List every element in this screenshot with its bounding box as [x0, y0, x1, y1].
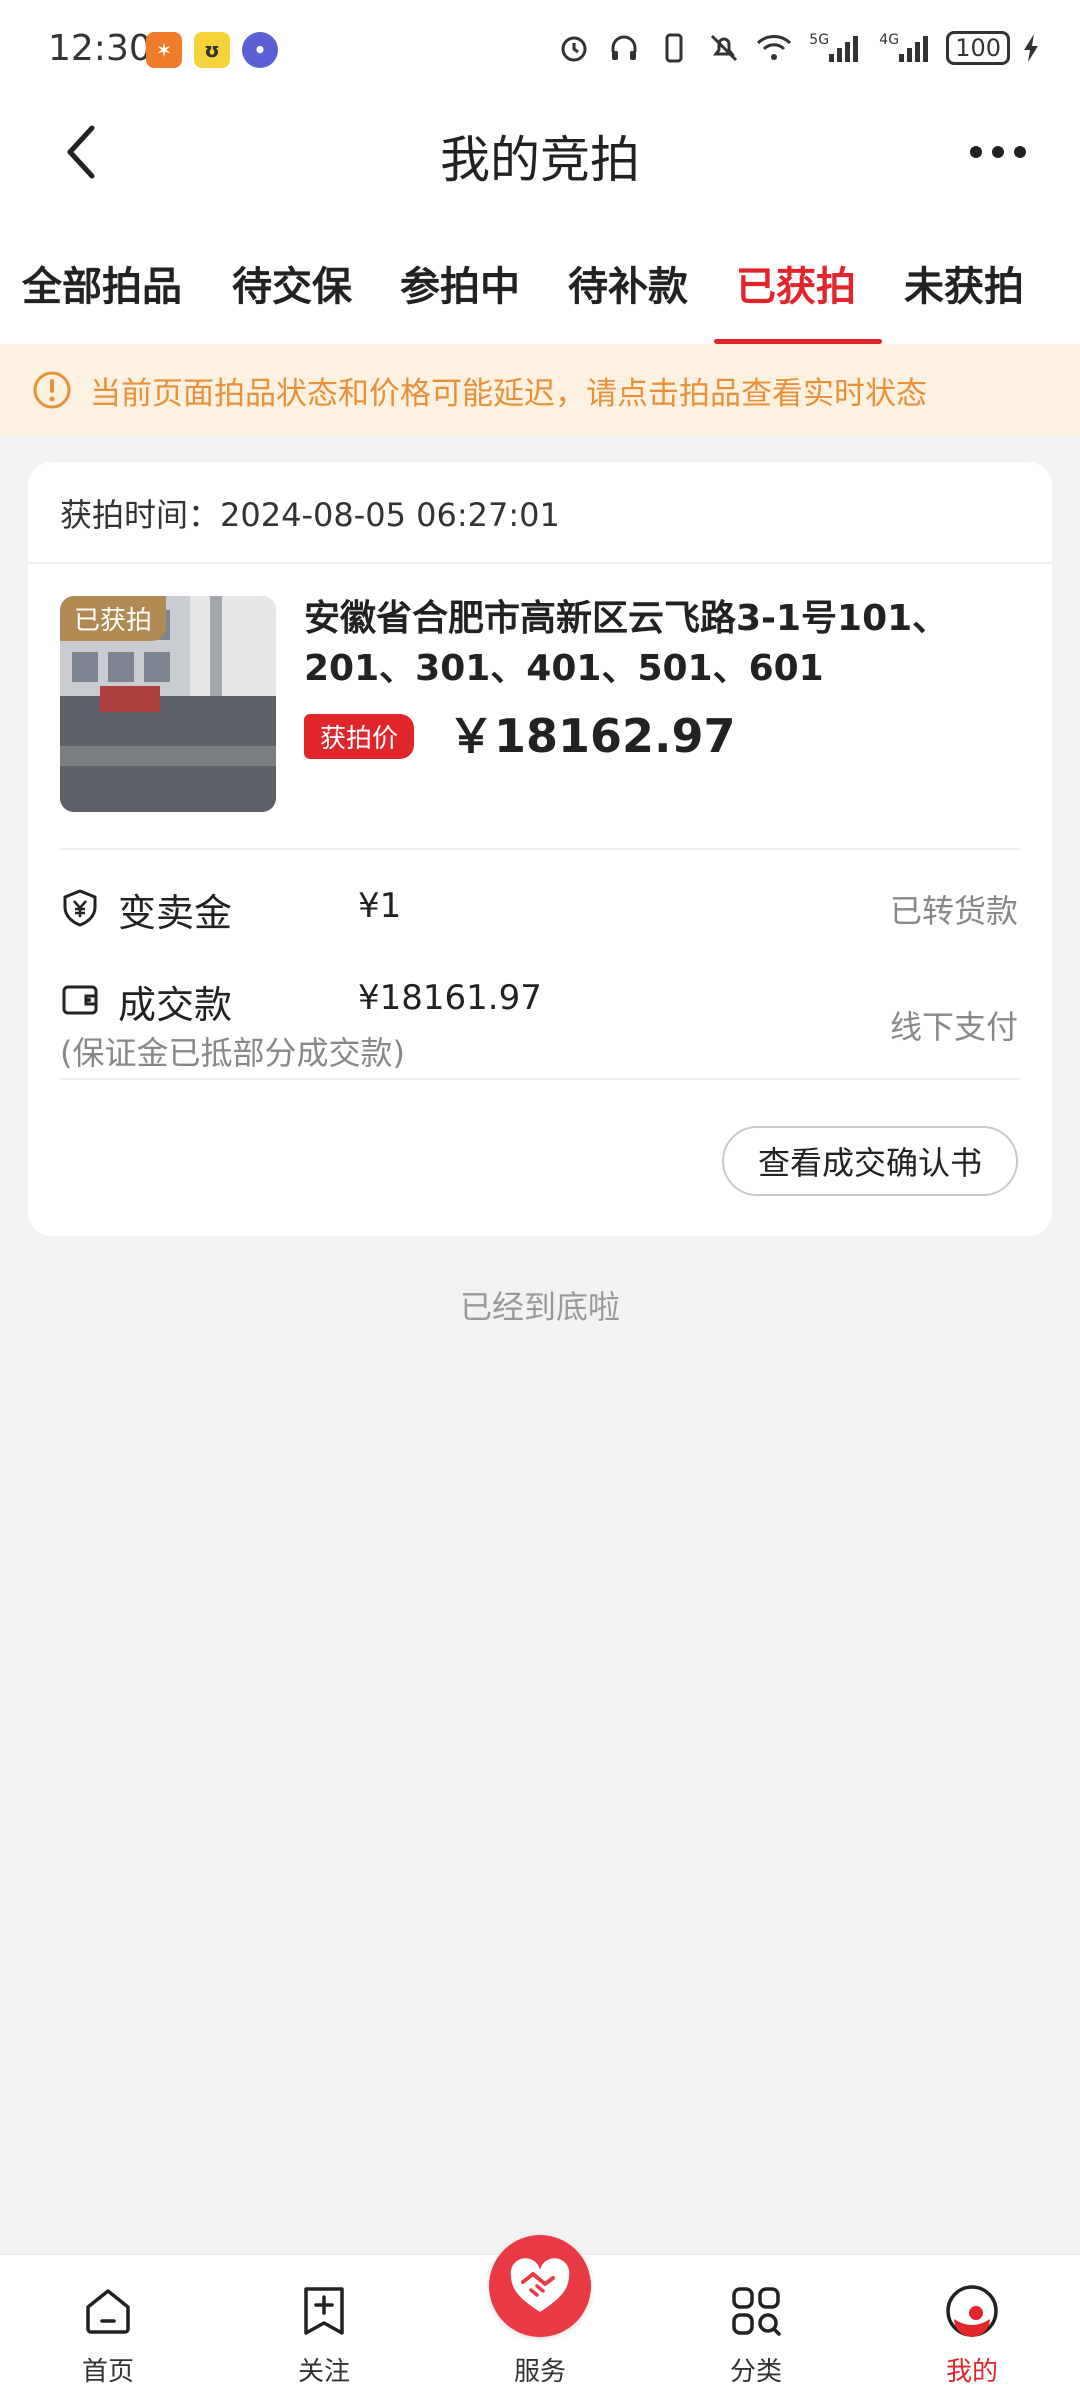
- deposit-note: (保证金已抵部分成交款): [60, 1034, 405, 1072]
- service-button[interactable]: [489, 2235, 591, 2337]
- category-icon: [732, 2287, 781, 2336]
- more-button[interactable]: [962, 122, 1034, 182]
- status-bar: 12:30 ✶ ʊ • 5G 4G 100: [0, 0, 1080, 104]
- bookmark-plus-icon: [304, 2287, 344, 2335]
- nav-home[interactable]: 首页: [28, 2255, 188, 2400]
- handshake-icon: [510, 2258, 570, 2312]
- alarm-icon: [556, 30, 592, 66]
- bottom-nav: 首页 关注 服务 分类 我的: [0, 2235, 1080, 2400]
- nav-service-label: 服务: [513, 2357, 566, 2387]
- signal-5g-icon: 5G: [806, 30, 862, 66]
- notification-icons: ✶ ʊ •: [146, 32, 278, 68]
- tab-pending-deposit[interactable]: 待交保: [232, 254, 352, 312]
- resale-deposit-label: 变卖金: [118, 891, 233, 935]
- status-tabs: 全部拍品 待交保 参拍中 待补款 已获拍 未获拍: [0, 240, 1080, 344]
- delay-notice: 当前页面拍品状态和价格可能延迟，请点击拍品查看实时状态: [0, 344, 1080, 436]
- tab-pending-payment[interactable]: 待补款: [568, 254, 688, 312]
- tab-all-items[interactable]: 全部拍品: [22, 254, 182, 312]
- divider: [28, 562, 1052, 564]
- nav-category-label: 分类: [729, 2357, 782, 2387]
- payment-method-status: 线下支付: [889, 1008, 1018, 1046]
- nav-category[interactable]: 分类: [676, 2255, 836, 2400]
- won-auction-card[interactable]: 获拍时间：2024-08-05 06:27:01 已获拍 安徽省合肥市高新区云飞…: [28, 462, 1052, 1236]
- nav-home-label: 首页: [81, 2357, 134, 2387]
- won-time: 获拍时间：2024-08-05 06:27:01: [60, 496, 560, 534]
- tab-not-won[interactable]: 未获拍: [904, 254, 1024, 312]
- charging-icon: [1024, 30, 1040, 66]
- nav-service[interactable]: 服务: [460, 2235, 620, 2400]
- view-confirmation-button[interactable]: 查看成交确认书: [721, 1126, 1018, 1196]
- resale-deposit-status: 已转货款: [889, 892, 1018, 930]
- rabbit-app-icon: ʊ: [194, 32, 230, 68]
- end-of-list-tip: 已经到底啦: [459, 1288, 620, 1326]
- nav-mine-label: 我的: [945, 2357, 998, 2387]
- nav-follow-label: 关注: [297, 2357, 350, 2387]
- signal-4g-icon: 4G: [876, 30, 932, 66]
- won-badge: 已获拍: [60, 596, 167, 641]
- wallet-icon: [62, 985, 98, 1015]
- resale-deposit-value: ¥1: [358, 886, 402, 926]
- battery-indicator: 100: [946, 31, 1010, 65]
- item-title[interactable]: 安徽省合肥市高新区云飞路3-1号101、201、301、401、501、601: [304, 594, 1024, 694]
- tieba-app-icon: •: [242, 32, 278, 68]
- divider: [60, 1078, 1020, 1080]
- tab-won[interactable]: 已获拍: [736, 254, 856, 312]
- price-tag: 获拍价: [304, 714, 415, 759]
- item-thumbnail[interactable]: 已获拍: [60, 596, 276, 812]
- more-dots-icon: [970, 146, 1026, 158]
- wifi-icon: [756, 30, 792, 66]
- page-title: 我的竞拍: [440, 131, 640, 189]
- notice-text: 当前页面拍品状态和价格可能延迟，请点击拍品查看实时状态: [90, 376, 927, 412]
- nav-follow[interactable]: 关注: [244, 2255, 404, 2400]
- home-icon: [86, 2289, 130, 2334]
- status-time: 12:30: [48, 28, 152, 69]
- tab-bidding[interactable]: 参拍中: [400, 254, 520, 312]
- app-notification-icon: ✶: [146, 32, 182, 68]
- system-icons: 5G 4G 100: [556, 30, 1040, 66]
- nav-mine[interactable]: 我的: [892, 2255, 1052, 2400]
- page-header: 我的竞拍: [0, 104, 1080, 200]
- mute-icon: [706, 30, 742, 66]
- vibrate-icon: [656, 30, 692, 66]
- winning-price: ￥18162.97: [448, 709, 736, 763]
- transaction-amount-value: ¥18161.97: [358, 978, 542, 1018]
- shield-yen-icon: [63, 889, 97, 927]
- profile-icon: [946, 2285, 998, 2337]
- divider: [60, 848, 1020, 850]
- headphones-icon: [606, 30, 642, 66]
- transaction-amount-label: 成交款: [118, 983, 233, 1027]
- warning-icon: [33, 371, 71, 409]
